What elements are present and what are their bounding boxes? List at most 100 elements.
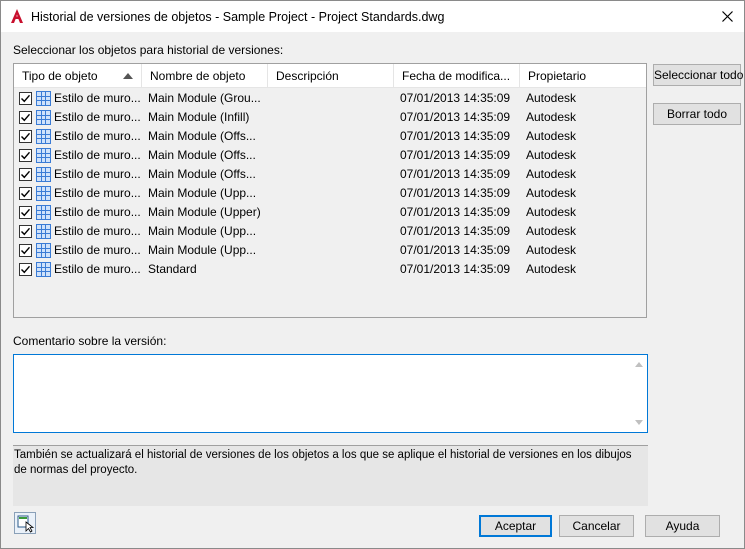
cell-name: Main Module (Upp... <box>148 224 257 238</box>
cell-name: Main Module (Upp... <box>148 243 257 257</box>
wall-style-icon <box>36 167 51 182</box>
wall-style-icon <box>36 262 51 277</box>
table-row[interactable]: Estilo de muro... Main Module (Upper) 07/0… <box>14 203 646 222</box>
cell-owner: Autodesk <box>526 243 577 257</box>
wall-style-icon <box>36 110 51 125</box>
row-checkbox[interactable] <box>19 130 32 143</box>
column-header-owner-label: Propietario <box>528 69 587 83</box>
column-header-date[interactable]: Fecha de modifica... <box>394 64 520 88</box>
wall-style-icon <box>36 91 51 106</box>
wall-style-icon <box>36 205 51 220</box>
select-all-button[interactable]: Seleccionar todo <box>653 64 743 86</box>
cell-owner: Autodesk <box>526 167 577 181</box>
wall-style-icon <box>36 186 51 201</box>
cell-name: Standard <box>148 262 197 276</box>
scroll-down-icon[interactable] <box>635 420 643 425</box>
cell-date: 07/01/2013 14:35:09 <box>400 224 511 238</box>
cell-description <box>276 203 392 222</box>
list-header: Tipo de objeto Nombre de objeto Descripc… <box>14 64 646 88</box>
wall-style-icon <box>36 243 51 258</box>
row-checkbox[interactable] <box>19 244 32 257</box>
help-button[interactable]: Ayuda <box>645 515 720 537</box>
objects-list[interactable]: Tipo de objeto Nombre de objeto Descripc… <box>13 63 647 318</box>
close-button[interactable] <box>710 1 744 32</box>
cell-description <box>276 108 392 127</box>
cell-description <box>276 260 392 279</box>
table-row[interactable]: Estilo de muro... Main Module (Upp... 07/0… <box>14 184 646 203</box>
cell-date: 07/01/2013 14:35:09 <box>400 262 511 276</box>
cell-name: Main Module (Infill) <box>148 110 250 124</box>
cell-owner: Autodesk <box>526 262 577 276</box>
column-header-type[interactable]: Tipo de objeto <box>14 64 142 88</box>
version-history-dialog: Historial de versiones de objetos - Samp… <box>0 0 745 549</box>
row-checkbox[interactable] <box>19 92 32 105</box>
table-row[interactable]: Estilo de muro... Main Module (Offs... 07/… <box>14 146 646 165</box>
cell-name: Main Module (Grou... <box>148 91 261 105</box>
checkmark-icon <box>21 189 31 198</box>
table-row[interactable]: Estilo de muro... Main Module (Upp... 07/0… <box>14 241 646 260</box>
cell-type: Estilo de muro... <box>54 91 141 105</box>
cancel-button[interactable]: Cancelar <box>559 515 634 537</box>
row-checkbox[interactable] <box>19 206 32 219</box>
cell-description <box>276 184 392 203</box>
cell-date: 07/01/2013 14:35:09 <box>400 129 511 143</box>
cell-description <box>276 127 392 146</box>
row-checkbox[interactable] <box>19 111 32 124</box>
cell-date: 07/01/2013 14:35:09 <box>400 186 511 200</box>
cell-name: Main Module (Upp... <box>148 186 257 200</box>
select-objects-button[interactable] <box>14 512 36 534</box>
tool-select-icon <box>17 515 35 533</box>
table-row[interactable]: Estilo de muro... Main Module (Infill) 07/… <box>14 108 646 127</box>
column-header-owner[interactable]: Propietario <box>520 64 646 88</box>
cell-owner: Autodesk <box>526 129 577 143</box>
row-checkbox[interactable] <box>19 263 32 276</box>
cell-type: Estilo de muro... <box>54 148 141 162</box>
column-header-description[interactable]: Descripción <box>268 64 394 88</box>
checkmark-icon <box>21 151 31 160</box>
cell-date: 07/01/2013 14:35:09 <box>400 91 511 105</box>
column-header-name[interactable]: Nombre de objeto <box>142 64 268 88</box>
cell-owner: Autodesk <box>526 110 577 124</box>
cell-type: Estilo de muro... <box>54 205 141 219</box>
cell-type: Estilo de muro... <box>54 129 141 143</box>
sort-ascending-icon <box>123 73 133 79</box>
cell-type: Estilo de muro... <box>54 224 141 238</box>
cell-type: Estilo de muro... <box>54 186 141 200</box>
column-header-date-label: Fecha de modifica... <box>402 69 511 83</box>
table-row[interactable]: Estilo de muro... Main Module (Upp... 07/0… <box>14 222 646 241</box>
cell-owner: Autodesk <box>526 205 577 219</box>
checkmark-icon <box>21 265 31 274</box>
comment-textarea[interactable] <box>13 354 648 433</box>
scroll-up-icon[interactable] <box>635 362 643 367</box>
cell-owner: Autodesk <box>526 148 577 162</box>
clear-all-button[interactable]: Borrar todo <box>653 103 741 125</box>
accept-button[interactable]: Aceptar <box>479 515 552 537</box>
table-row[interactable]: Estilo de muro... Standard 07/01/2013 14:3… <box>14 260 646 279</box>
comment-scrollbar[interactable] <box>631 356 646 431</box>
wall-style-icon <box>36 224 51 239</box>
table-row[interactable]: Estilo de muro... Main Module (Offs... 07/… <box>14 165 646 184</box>
close-icon <box>721 11 733 22</box>
cell-date: 07/01/2013 14:35:09 <box>400 243 511 257</box>
column-header-name-label: Nombre de objeto <box>150 69 246 83</box>
select-objects-label: Seleccionar los objetos para historial d… <box>13 43 284 57</box>
row-checkbox[interactable] <box>19 168 32 181</box>
table-row[interactable]: Estilo de muro... Main Module (Grou... 07/… <box>14 89 646 108</box>
checkmark-icon <box>21 170 31 179</box>
row-checkbox[interactable] <box>19 225 32 238</box>
cell-date: 07/01/2013 14:35:09 <box>400 205 511 219</box>
window-title: Historial de versiones de objetos - Samp… <box>31 10 445 24</box>
cell-description <box>276 241 392 260</box>
cell-owner: Autodesk <box>526 186 577 200</box>
cell-description <box>276 146 392 165</box>
cell-type: Estilo de muro... <box>54 167 141 181</box>
cell-name: Main Module (Offs... <box>148 129 256 143</box>
cell-date: 07/01/2013 14:35:09 <box>400 167 511 181</box>
row-checkbox[interactable] <box>19 149 32 162</box>
table-row[interactable]: Estilo de muro... Main Module (Offs... 07/… <box>14 127 646 146</box>
cell-description <box>276 89 392 108</box>
checkmark-icon <box>21 132 31 141</box>
row-checkbox[interactable] <box>19 187 32 200</box>
cell-date: 07/01/2013 14:35:09 <box>400 148 511 162</box>
autocad-logo-icon <box>11 9 23 23</box>
